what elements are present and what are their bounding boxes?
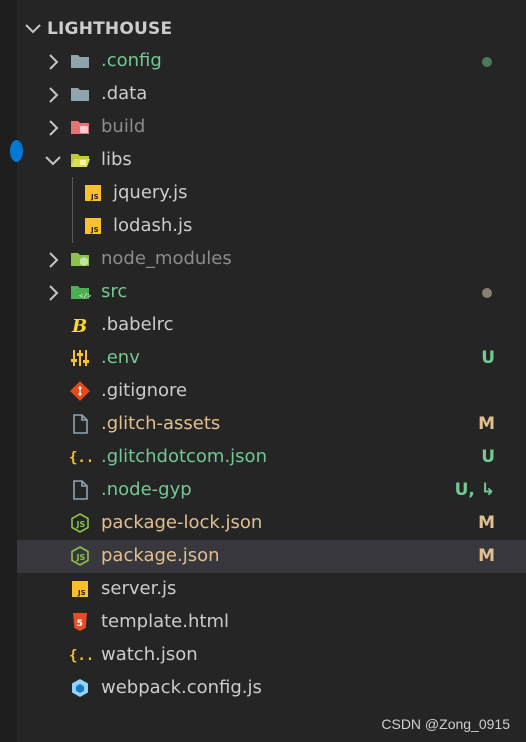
tree-file-row[interactable]: 5 template.html (17, 606, 526, 639)
javascript-file-icon: JS (82, 215, 104, 237)
tree-file-row[interactable]: JS lodash.js (17, 210, 526, 243)
nodejs-icon: JS (69, 512, 91, 534)
javascript-file-icon: JS (69, 578, 91, 600)
folder-build-icon (69, 116, 91, 138)
git-icon (69, 380, 91, 402)
tree-item-label: template.html (101, 611, 229, 632)
tree-item-label: src (101, 281, 128, 302)
tree-item-label: .config (101, 50, 162, 71)
javascript-file-icon: JS (82, 182, 104, 204)
chevron-down-icon[interactable] (43, 151, 63, 171)
babel-icon: B (69, 314, 91, 337)
chevron-down-icon (25, 24, 41, 34)
env-settings-icon (69, 347, 91, 369)
tree-item-label: watch.json (101, 644, 198, 665)
svg-text:{..}: {..} (69, 648, 91, 664)
webpack-icon (69, 677, 91, 699)
json-icon: {..} (69, 644, 103, 666)
folder-config-icon (69, 50, 91, 72)
svg-text:B: B (71, 316, 87, 336)
tree-folder-row[interactable]: .data (17, 78, 526, 111)
git-status-badge: U (481, 447, 495, 467)
folder-src-icon: </> (69, 281, 92, 303)
tree-item-label: .node-gyp (101, 479, 192, 500)
folder-status-dot (482, 288, 492, 298)
explorer-section-header[interactable]: LIGHTHOUSE (17, 14, 526, 44)
tree-file-row[interactable]: {..} watch.json (17, 639, 526, 672)
tree-folder-row[interactable]: build (17, 111, 526, 144)
explorer-panel: LIGHTHOUSE .config .data build libs JS jquery… (10, 0, 526, 742)
chevron-right-icon[interactable] (43, 250, 63, 270)
folder-libs-open-icon (69, 149, 91, 171)
tree-file-row[interactable]: .gitignore (17, 375, 526, 408)
json-icon: {..} (69, 446, 103, 468)
git-status-badge: M (478, 414, 495, 434)
tree-file-row[interactable]: JS package-lock.json M (17, 507, 526, 540)
watermark: CSDN @Zong_0915 (381, 716, 510, 732)
html5-icon: 5 (69, 611, 91, 633)
tree-file-row[interactable]: B .babelrc (17, 309, 526, 342)
tree-item-label: node_modules (101, 248, 232, 269)
git-status-badge: M (478, 513, 495, 533)
tree-item-label: lodash.js (113, 215, 193, 236)
tree-item-label: webpack.config.js (101, 677, 262, 698)
tree-file-row[interactable]: .env U (17, 342, 526, 375)
svg-text:JS: JS (77, 589, 86, 597)
git-status-badge: U, ↳ (454, 480, 495, 500)
git-status-badge: M (478, 546, 495, 566)
tree-item-label: .gitignore (101, 380, 188, 401)
tree-item-label: .babelrc (101, 314, 174, 335)
file-tree: .config .data build libs JS jquery.js JS lodash… (17, 45, 526, 705)
folder-icon (69, 83, 91, 105)
chevron-right-icon[interactable] (43, 52, 63, 72)
tree-file-row[interactable]: JS package.json M (17, 540, 526, 573)
chevron-right-icon[interactable] (43, 118, 63, 138)
folder-node-icon (69, 248, 91, 270)
tree-folder-row[interactable]: libs (17, 144, 526, 177)
tree-folder-row[interactable]: node_modules (17, 243, 526, 276)
svg-text:</>: </> (79, 292, 91, 300)
tree-folder-row[interactable]: </> src (17, 276, 526, 309)
tree-file-row[interactable]: .node-gyp U, ↳ (17, 474, 526, 507)
chevron-right-icon[interactable] (43, 283, 63, 303)
tree-item-label: package-lock.json (101, 512, 263, 533)
file-icon (69, 479, 91, 501)
svg-text:{..}: {..} (69, 450, 91, 466)
tree-file-row[interactable]: JS server.js (17, 573, 526, 606)
file-icon (69, 413, 91, 435)
tree-folder-row[interactable]: .config (17, 45, 526, 78)
tree-item-label: server.js (101, 578, 177, 599)
tree-file-row[interactable]: JS jquery.js (17, 177, 526, 210)
svg-text:JS: JS (76, 520, 86, 529)
folder-status-dot (482, 57, 492, 67)
git-status-badge: U (481, 348, 495, 368)
tree-item-label: jquery.js (113, 182, 188, 203)
tree-file-row[interactable]: {..} .glitchdotcom.json U (17, 441, 526, 474)
tree-item-label: .glitchdotcom.json (101, 446, 267, 467)
chevron-right-icon[interactable] (43, 85, 63, 105)
tree-item-label: build (101, 116, 146, 137)
svg-text:JS: JS (90, 193, 99, 201)
tree-item-label: package.json (101, 545, 220, 566)
tree-file-row[interactable]: .glitch-assets M (17, 408, 526, 441)
svg-text:JS: JS (90, 226, 99, 234)
tree-item-label: .env (101, 347, 140, 368)
tree-item-label: libs (101, 149, 132, 170)
section-title: LIGHTHOUSE (47, 19, 173, 39)
svg-text:5: 5 (77, 619, 83, 629)
tree-file-row[interactable]: webpack.config.js (17, 672, 526, 705)
nodejs-icon: JS (69, 545, 91, 567)
tree-item-label: .data (101, 83, 148, 104)
tree-item-label: .glitch-assets (101, 413, 221, 434)
svg-text:JS: JS (76, 553, 86, 562)
